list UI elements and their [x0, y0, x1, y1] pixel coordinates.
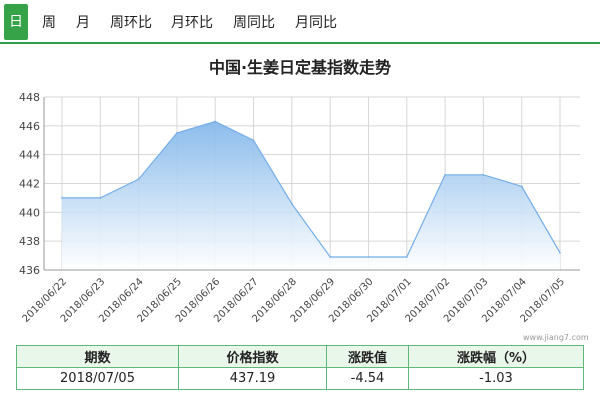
area-series	[61, 120, 561, 270]
y-tick-label: 448	[19, 91, 40, 104]
data-point	[520, 185, 523, 188]
header-change-percent: 涨跌幅（%）	[408, 345, 584, 368]
index-trend-chart: 436 438 440 442 444 446 448 2018/06/222018/06/…	[19, 91, 580, 325]
summary-table: 期数 价格指数 涨跌值 涨跌幅（%） 2018/07/05 437.19 -4.…	[16, 345, 584, 390]
watermark: www.jiang7.com	[523, 333, 589, 342]
cell-period: 2018/07/05	[16, 367, 179, 390]
area-fill	[62, 121, 560, 270]
y-tick-label: 444	[19, 149, 40, 162]
cell-change-percent: -1.03	[408, 367, 584, 390]
data-point	[405, 256, 408, 259]
y-tick-label: 442	[19, 178, 40, 191]
data-point	[61, 196, 63, 199]
y-tick-labels: 436 438 440 442 444 446 448	[19, 91, 40, 277]
data-point	[367, 256, 370, 259]
data-point	[444, 173, 447, 176]
cell-price-index: 437.19	[178, 367, 327, 390]
data-point	[290, 202, 293, 205]
y-tick-label: 438	[19, 235, 40, 248]
data-point	[175, 132, 178, 135]
data-point	[99, 196, 102, 199]
header-change-value: 涨跌值	[326, 345, 409, 368]
table-header-row: 期数 价格指数 涨跌值 涨跌幅（%）	[16, 345, 584, 368]
y-tick-label: 446	[19, 120, 40, 133]
header-price-index: 价格指数	[178, 345, 327, 368]
header-period: 期数	[16, 345, 179, 368]
data-point	[482, 173, 485, 176]
table-row: 2018/07/05 437.19 -4.54 -1.03	[16, 367, 584, 390]
y-tick-label: 436	[19, 264, 40, 277]
data-point	[252, 139, 255, 142]
data-point	[559, 251, 561, 254]
data-point	[214, 120, 217, 123]
data-point	[137, 178, 140, 181]
y-tick-label: 440	[19, 206, 40, 219]
cell-change-value: -4.54	[326, 367, 409, 390]
data-point	[329, 256, 332, 259]
x-tick-labels: 2018/06/222018/06/232018/06/242018/06/25…	[21, 276, 568, 325]
